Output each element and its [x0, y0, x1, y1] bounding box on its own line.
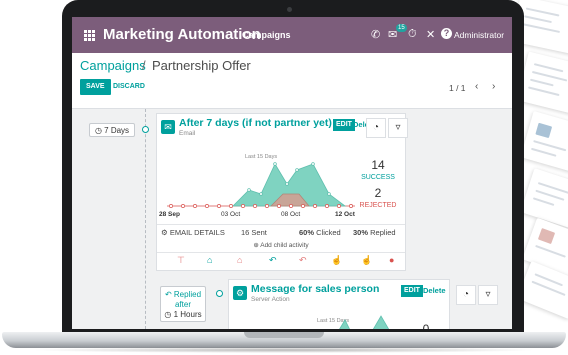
control-panel: Campaigns / Partnership Offer SAVE DISCA…	[72, 53, 512, 109]
filter-icon[interactable]: ▿	[388, 118, 408, 138]
add-child-activity[interactable]: ⊕ Add child activity	[157, 241, 405, 249]
edit-button[interactable]: EDIT	[333, 119, 355, 131]
success-label: SUCCESS	[361, 174, 395, 181]
timeline-dot	[142, 126, 149, 133]
date-label: 08 Oct	[281, 211, 301, 218]
laptop-camera	[287, 7, 292, 12]
laptop-screen: Marketing Automation Campaigns ✆ ✉ 15 ⏱ …	[72, 17, 512, 329]
clock-icon: ◷	[94, 126, 102, 135]
success-count: 0	[422, 322, 430, 329]
laptop-shadow	[30, 347, 538, 353]
breadcrumb-separator: /	[142, 58, 146, 73]
email-details-button[interactable]: ⚙ EMAIL DETAILS	[161, 228, 225, 237]
success-area	[372, 315, 390, 329]
activity-type: Server Action	[251, 296, 290, 303]
pager-value[interactable]: 1 / 1	[449, 83, 466, 93]
top-navbar: Marketing Automation Campaigns ✆ ✉ 15 ⏱ …	[72, 17, 512, 53]
timeline-dot	[216, 290, 223, 297]
envelope-icon: ✉	[161, 120, 175, 134]
child-trigger-bar: ⊤ ⌂ ⌂ ↶ ↶ ☝ ☝ ●	[157, 252, 405, 268]
clicked-stat[interactable]: 60% Clicked	[299, 228, 341, 237]
discard-button[interactable]: DISCARD	[108, 79, 150, 95]
activity-title[interactable]: After 7 days (if not partner yet)	[179, 117, 332, 129]
breadcrumb-current: Partnership Offer	[152, 58, 251, 73]
activity-icon[interactable]: ⏱	[408, 28, 417, 41]
edit-button[interactable]: EDIT	[401, 285, 423, 297]
opened-trigger-icon[interactable]: ⌂	[207, 255, 212, 265]
background-paper	[520, 110, 568, 174]
success-area	[339, 319, 350, 329]
sent-stat[interactable]: 16 Sent	[241, 228, 267, 237]
trigger-pill: ◷ 7 Days	[89, 123, 135, 137]
plus-circle-icon: ⊕	[253, 242, 259, 249]
activity-title[interactable]: Message for sales person	[251, 283, 379, 295]
gears-icon: ⚙	[233, 286, 247, 300]
filter-icon[interactable]: ▿	[478, 285, 498, 305]
activity-stats: ⚙ EMAIL DETAILS 16 Sent 60% Clicked 30% …	[157, 224, 405, 238]
breadcrumb-campaigns[interactable]: Campaigns	[80, 58, 146, 73]
sent-trigger-icon[interactable]: ⊤	[177, 255, 185, 266]
pie-chart-icon[interactable]: ◔	[456, 285, 476, 305]
replied-stat[interactable]: 30% Replied	[353, 228, 396, 237]
activity-type: Email	[179, 130, 196, 137]
date-label: 12 Oct	[335, 211, 355, 218]
menu-campaigns[interactable]: Campaigns	[242, 30, 291, 40]
trigger-pill: ↶ Replied after ◷ 1 Hours	[160, 286, 206, 322]
pie-chart-icon[interactable]: ◔	[366, 118, 386, 138]
activity-chart	[167, 162, 355, 208]
clicked-trigger-icon[interactable]: ☝	[331, 255, 342, 266]
workflow-area: ◷ 7 Days ✉ After 7 days (if not partner …	[72, 109, 512, 329]
not-clicked-trigger-icon[interactable]: ☝	[361, 255, 372, 266]
date-label: 28 Sep	[159, 211, 180, 218]
rejected-label: REJECTED	[359, 202, 397, 209]
reply-icon: ↶	[164, 290, 172, 299]
background-paper	[516, 51, 568, 115]
apps-grid-icon[interactable]	[84, 30, 95, 41]
phone-icon[interactable]: ✆	[371, 28, 380, 41]
user-name[interactable]: Administrator	[454, 30, 504, 40]
bounced-trigger-icon[interactable]: ●	[389, 255, 394, 265]
save-button[interactable]: SAVE	[80, 79, 111, 95]
clock-icon: ◷	[164, 310, 172, 319]
rejected-count: 2	[374, 186, 382, 200]
chevron-left-icon[interactable]: ‹	[475, 81, 478, 92]
delete-button[interactable]: Delete	[423, 285, 446, 297]
activity-card: ⚙ Message for sales person Server Action…	[228, 279, 450, 329]
success-count: 14	[371, 158, 385, 172]
replied-trigger-icon[interactable]: ↶	[269, 255, 277, 266]
timeline-line	[145, 109, 146, 329]
laptop-notch	[244, 332, 324, 338]
app-title[interactable]: Marketing Automation	[103, 26, 261, 43]
chevron-right-icon[interactable]: ›	[492, 81, 495, 92]
date-label: 03 Oct	[221, 211, 241, 218]
trigger-label: 7 Days	[104, 126, 130, 135]
user-icon[interactable]: ?	[441, 28, 452, 39]
not-replied-trigger-icon[interactable]: ↶	[299, 255, 307, 266]
not-opened-trigger-icon[interactable]: ⌂	[237, 255, 242, 265]
chat-badge: 15	[396, 24, 407, 32]
close-icon[interactable]: ✕	[426, 28, 435, 41]
